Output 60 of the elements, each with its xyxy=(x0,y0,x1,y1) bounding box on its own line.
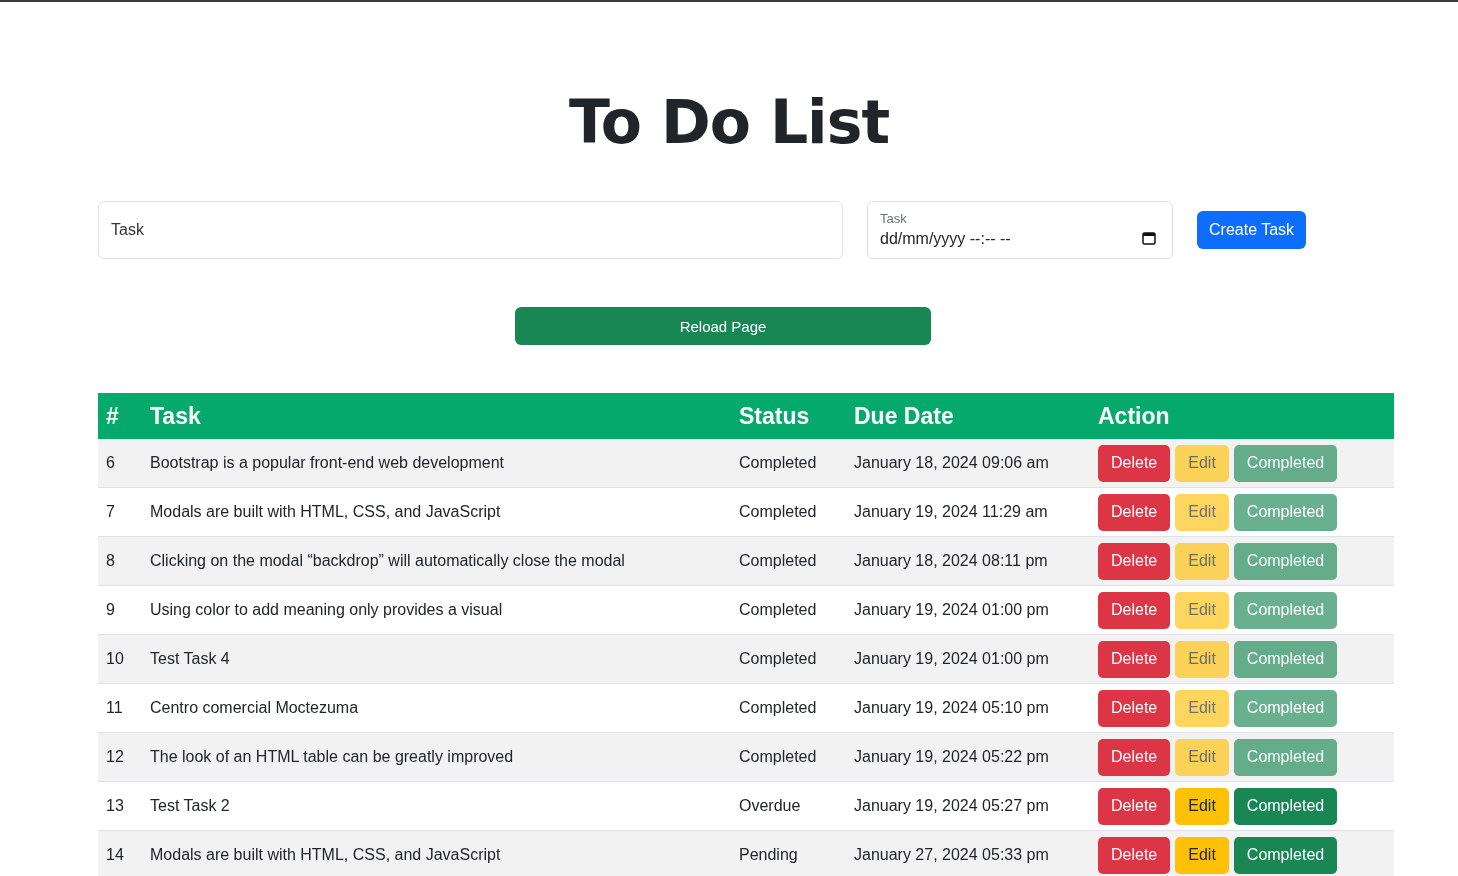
delete-button[interactable]: Delete xyxy=(1098,640,1171,678)
due-date-text: January 27, 2024 05:33 pm xyxy=(854,846,1049,863)
delete-button[interactable]: Delete xyxy=(1098,493,1171,531)
status-text: Completed xyxy=(739,552,817,569)
delete-button[interactable]: Delete xyxy=(1098,738,1171,776)
edit-button[interactable]: Edit xyxy=(1175,836,1229,874)
due-date-text: January 19, 2024 01:00 pm xyxy=(854,650,1049,667)
reload-page-button[interactable]: Reload Page xyxy=(515,307,931,345)
complete-button[interactable]: Completed xyxy=(1233,836,1338,874)
due-date-text: January 19, 2024 11:29 am xyxy=(854,503,1048,520)
status-text: Completed xyxy=(739,454,817,471)
column-header: Due Date xyxy=(846,393,1090,439)
row-number: 14 xyxy=(106,846,124,863)
complete-button[interactable]: Completed xyxy=(1233,787,1338,825)
task-text: Modals are built with HTML, CSS, and JavaScript xyxy=(150,503,501,520)
page-title: To Do List xyxy=(568,88,890,156)
row-number: 9 xyxy=(106,601,115,618)
row-number: 6 xyxy=(106,454,115,471)
delete-button[interactable]: Delete xyxy=(1098,836,1171,874)
row-number: 11 xyxy=(106,699,123,716)
due-date-text: January 19, 2024 05:27 pm xyxy=(854,797,1049,814)
status-text: Completed xyxy=(739,601,817,618)
row-number: 13 xyxy=(106,797,124,814)
due-date-text: January 18, 2024 08:11 pm xyxy=(854,552,1048,569)
delete-button[interactable]: Delete xyxy=(1098,787,1171,825)
status-text: Completed xyxy=(739,503,817,520)
task-text: Clicking on the modal “backdrop” will automatically close the modal xyxy=(150,552,625,569)
delete-button[interactable]: Delete xyxy=(1098,591,1171,629)
task-text: Bootstrap is a popular front-end web development xyxy=(150,454,504,471)
due-date-text: January 19, 2024 05:10 pm xyxy=(854,699,1049,716)
column-header: Action xyxy=(1090,393,1394,439)
due-date-text: January 18, 2024 09:06 am xyxy=(854,454,1049,471)
column-header: Status xyxy=(731,393,846,439)
status-text: Completed xyxy=(739,699,817,716)
row-number: 10 xyxy=(106,650,124,667)
task-text: Centro comercial Moctezuma xyxy=(150,699,359,716)
row-number: 8 xyxy=(106,552,115,569)
delete-button[interactable]: Delete xyxy=(1098,689,1171,727)
row-number: 7 xyxy=(106,503,115,520)
column-header: Task xyxy=(142,393,731,439)
status-text: Completed xyxy=(739,748,817,765)
calendar-icon[interactable] xyxy=(1142,231,1156,245)
due-date-text: January 19, 2024 01:00 pm xyxy=(854,601,1049,618)
delete-button[interactable]: Delete xyxy=(1098,542,1171,580)
status-text: Completed xyxy=(739,650,817,667)
task-input-field[interactable]: Task xyxy=(98,201,843,259)
date-field[interactable]: Task dd/mm/yyyy --:-- -- xyxy=(867,201,1173,259)
create-task-button[interactable]: Create Task xyxy=(1197,211,1307,249)
status-text: Pending xyxy=(739,846,798,863)
task-text: Modals are built with HTML, CSS, and JavaScript xyxy=(150,846,501,863)
task-text: Test Task 2 xyxy=(150,797,230,814)
row-number: 12 xyxy=(106,748,124,765)
task-text: Using color to add meaning only provides a visual xyxy=(150,601,503,618)
due-date-text: January 19, 2024 05:22 pm xyxy=(854,748,1049,765)
status-text: Overdue xyxy=(739,797,801,814)
task-text: The look of an HTML table can be greatly improved xyxy=(150,748,514,765)
task-text: Test Task 4 xyxy=(150,650,230,667)
edit-button[interactable]: Edit xyxy=(1175,787,1229,825)
column-header: # xyxy=(98,393,142,439)
delete-button[interactable]: Delete xyxy=(1098,444,1171,482)
